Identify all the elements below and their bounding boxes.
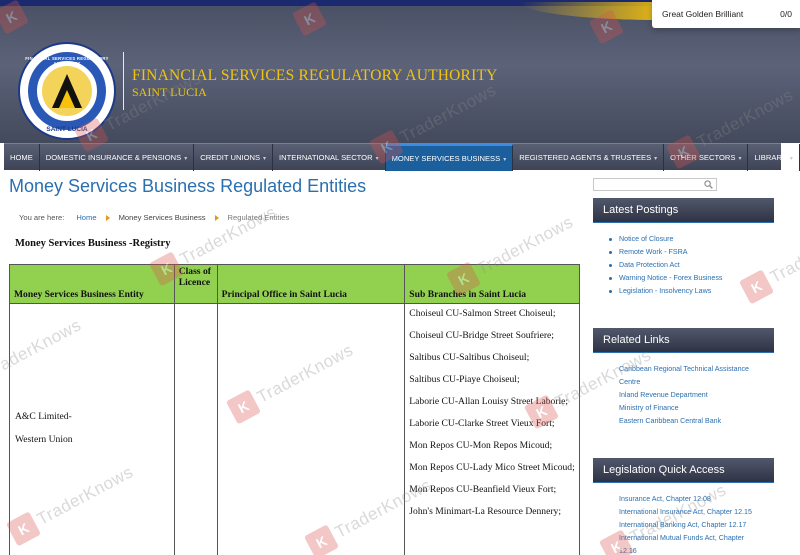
registry-heading: Money Services Business -Registry bbox=[15, 238, 171, 249]
branch-entry: Saltibus CU-Piaye Choiseul; bbox=[409, 373, 520, 385]
latest-posting-link[interactable]: Legislation - Insolvency Laws bbox=[609, 285, 722, 298]
related-link[interactable]: Inland Revenue Department bbox=[609, 389, 749, 402]
cell-entity: A&C Limited- Western Union bbox=[9, 303, 175, 555]
nav-other-sectors-label: OTHER SECTORS bbox=[670, 153, 736, 162]
branch-entry: Choiseul CU-Salmon Street Choiseul; bbox=[409, 308, 556, 319]
chevron-down-icon: ▾ bbox=[503, 157, 507, 163]
table-row: A&C Limited- Western Union Choiseul CU-S… bbox=[9, 303, 580, 555]
col-header-licence: Class of Licence bbox=[173, 264, 218, 304]
legislation-link[interactable]: International Insurance Act, Chapter 12.… bbox=[609, 506, 752, 519]
nav-international-sector-label: INTERNATIONAL SECTOR bbox=[279, 153, 373, 162]
nav-other-sectors[interactable]: OTHER SECTORS ▾ bbox=[664, 144, 749, 171]
branch-entry: Laborie CU-Allan Louisy Street Laborie; bbox=[409, 395, 569, 407]
breadcrumb-section-link[interactable]: Money Services Business bbox=[119, 213, 206, 222]
search-icon[interactable] bbox=[704, 180, 713, 189]
watermark-logo-icon: K bbox=[738, 269, 775, 305]
cell-branches: Choiseul CU-Salmon Street Choiseul; Choi… bbox=[404, 303, 580, 555]
logo-emblem bbox=[42, 66, 92, 116]
branch-entry: Mon Repos CU-Beanfield Vieux Fort; bbox=[409, 483, 557, 495]
legislation-link[interactable]: 12.16 bbox=[609, 545, 752, 555]
nav-money-services[interactable]: MONEY SERVICES BUSINESS ▾ bbox=[385, 144, 514, 171]
related-link[interactable]: Ministry of Finance bbox=[609, 402, 749, 415]
fsra-logo[interactable]: FINANCIAL SERVICES REGULATORY AUTHORITY … bbox=[18, 42, 116, 140]
nav-library[interactable]: LIBRARY ▾ bbox=[748, 144, 800, 171]
related-link[interactable]: Eastern Caribbean Central Bank bbox=[609, 415, 749, 428]
col-header-entity: Money Services Business Entity bbox=[9, 264, 175, 304]
legislation-header: Legislation Quick Access bbox=[593, 458, 774, 483]
col-header-branches: Sub Branches in Saint Lucia bbox=[404, 264, 580, 304]
notification-count: 0/0 bbox=[780, 9, 792, 19]
page: FINANCIAL SERVICES REGULATORY AUTHORITY … bbox=[0, 0, 800, 555]
chevron-down-icon: ▾ bbox=[263, 156, 267, 162]
latest-posting-link[interactable]: Warning Notice - Forex Business bbox=[609, 272, 722, 285]
cell-office bbox=[216, 303, 406, 555]
breadcrumb-arrow-icon bbox=[105, 214, 110, 221]
legislation-link[interactable]: International Mutual Funds Act, Chapter bbox=[609, 532, 752, 545]
latest-posting-link[interactable]: Remote Work - FSRA bbox=[609, 246, 722, 259]
latest-postings-list: Notice of Closure Remote Work - FSRA Dat… bbox=[609, 233, 722, 298]
logo-text-bottom: SAINT LUCIA bbox=[46, 126, 88, 133]
nav-domestic-insurance-label: DOMESTIC INSURANCE & PENSIONS bbox=[45, 153, 182, 162]
branch-entry: John's Minimart-La Resource Dennery; bbox=[409, 505, 562, 517]
nav-registered-agents-label: REGISTERED AGENTS & TRUSTEES bbox=[519, 153, 652, 162]
nav-domestic-insurance[interactable]: DOMESTIC INSURANCE & PENSIONS ▾ bbox=[40, 144, 195, 171]
org-subtitle: SAINT LUCIA bbox=[132, 85, 207, 99]
logo-pitons-gold bbox=[59, 90, 75, 108]
main-nav: HOME DOMESTIC INSURANCE & PENSIONS ▾ CRED… bbox=[4, 143, 800, 171]
branch-entry: Mon Repos CU-Lady Mico Street Micoud; bbox=[409, 461, 575, 473]
latest-posting-link[interactable]: Data Protection Act bbox=[609, 259, 722, 272]
watermark: KTraderKnows bbox=[738, 218, 800, 305]
latest-postings-header: Latest Postings bbox=[593, 198, 774, 223]
nav-international-sector[interactable]: INTERNATIONAL SECTOR ▾ bbox=[273, 144, 386, 171]
chevron-down-icon: ▾ bbox=[184, 156, 188, 162]
logo-text-top: FINANCIAL SERVICES REGULATORY AUTHORITY bbox=[25, 56, 109, 66]
watermark-text: TraderKnows bbox=[766, 220, 800, 287]
chevron-down-icon: ▾ bbox=[375, 156, 379, 162]
branch-entry: Choiseul CU-Bridge Street Soufriere; bbox=[409, 329, 554, 341]
notification-popup[interactable]: Great Golden Brilliant 0/0 bbox=[652, 0, 800, 28]
nav-money-services-label: MONEY SERVICES BUSINESS bbox=[391, 154, 501, 163]
legislation-list: Insurance Act, Chapter 12.08 Internation… bbox=[609, 493, 752, 555]
entity-line: Western Union bbox=[15, 433, 73, 445]
entity-line: A&C Limited- bbox=[15, 411, 72, 422]
branch-entry: Mon Repos CU-Mon Repos Micoud; bbox=[409, 439, 553, 451]
related-link[interactable]: Caribbean Regional Technical Assistance bbox=[609, 363, 749, 376]
latest-posting-link[interactable]: Notice of Closure bbox=[609, 233, 722, 246]
related-links-header: Related Links bbox=[593, 328, 774, 353]
branch-entry: Laborie CU-Clarke Street Vieux Fort; bbox=[409, 417, 555, 429]
breadcrumb-prefix: You are here: bbox=[19, 213, 65, 222]
cell-licence bbox=[173, 303, 218, 555]
branch-entry: Saltibus CU-Saltibus Choiseul; bbox=[409, 351, 530, 363]
nav-credit-unions[interactable]: CREDIT UNIONS ▾ bbox=[194, 144, 274, 171]
chevron-down-icon: ▾ bbox=[738, 156, 742, 162]
nav-home[interactable]: HOME bbox=[4, 144, 40, 171]
nav-home-label: HOME bbox=[10, 153, 33, 162]
search-input[interactable] bbox=[594, 185, 702, 196]
related-links-list: Caribbean Regional Technical Assistance … bbox=[609, 363, 749, 428]
search-box bbox=[593, 178, 717, 196]
table-header-row: Money Services Business Entity Class of … bbox=[9, 264, 580, 304]
org-name: FINANCIAL SERVICES REGULATORY AUTHORITY bbox=[132, 67, 498, 84]
col-header-office: Principal Office in Saint Lucia bbox=[216, 264, 406, 304]
notification-label: Great Golden Brilliant bbox=[662, 9, 744, 19]
breadcrumb-home-link[interactable]: Home bbox=[76, 213, 96, 222]
breadcrumb-current: Regulated Entities bbox=[227, 213, 290, 222]
chevron-down-icon: ▾ bbox=[654, 156, 658, 162]
breadcrumb-arrow-icon bbox=[214, 214, 219, 221]
registry-table: Money Services Business Entity Class of … bbox=[9, 264, 580, 555]
legislation-link[interactable]: International Banking Act, Chapter 12.17 bbox=[609, 519, 752, 532]
chevron-down-icon: ▾ bbox=[789, 156, 793, 162]
breadcrumb: You are here: Home Money Services Busine… bbox=[19, 213, 289, 222]
legislation-link[interactable]: Insurance Act, Chapter 12.08 bbox=[609, 493, 752, 506]
related-link[interactable]: Centre bbox=[609, 376, 749, 389]
nav-credit-unions-label: CREDIT UNIONS bbox=[200, 153, 261, 162]
nav-registered-agents[interactable]: REGISTERED AGENTS & TRUSTEES ▾ bbox=[513, 144, 665, 171]
page-title: Money Services Business Regulated Entiti… bbox=[9, 176, 367, 196]
header-divider bbox=[123, 52, 124, 110]
nav-library-label: LIBRARY bbox=[754, 153, 787, 162]
